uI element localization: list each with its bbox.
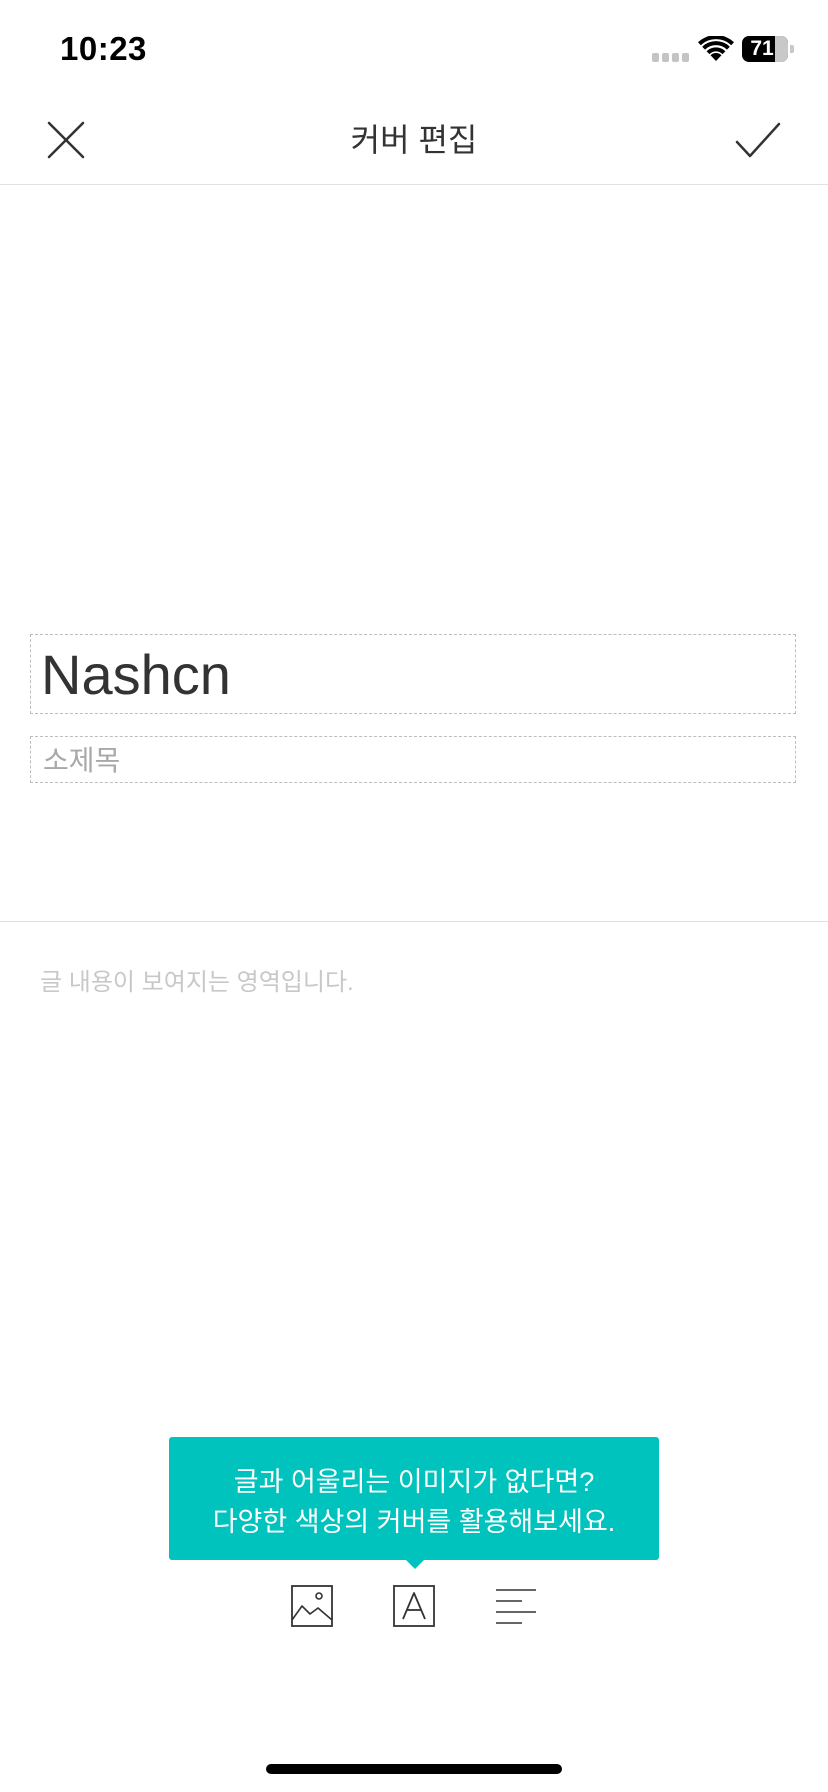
tooltip-line-1: 글과 어울리는 이미지가 없다면? (233, 1467, 595, 1497)
status-time: 10:23 (60, 30, 147, 67)
page-title: 커버 편집 (350, 122, 478, 158)
cover-color-tooltip[interactable]: 글과 어울리는 이미지가 없다면? 다양한 색상의 커버를 활용해보세요. (169, 1437, 659, 1560)
close-button[interactable] (40, 114, 92, 166)
image-icon (291, 1585, 333, 1627)
cover-divider (0, 921, 828, 922)
nav-bar: 커버 편집 (0, 96, 828, 185)
battery-percent: 71 (750, 37, 774, 60)
text-style-icon (393, 1585, 435, 1627)
cover-title-field[interactable]: Nashcn (30, 634, 796, 714)
checkmark-icon (735, 122, 781, 158)
battery-icon: 71 (742, 36, 794, 62)
wifi-icon (698, 36, 734, 61)
home-indicator[interactable] (266, 1764, 562, 1774)
text-style-button[interactable] (386, 1578, 442, 1634)
cellular-signal-icon (652, 53, 689, 62)
status-bar: 10:23 71 (0, 0, 828, 96)
cover-subtitle-field[interactable]: 소제목 (30, 736, 796, 783)
image-cover-button[interactable] (284, 1578, 340, 1634)
confirm-button[interactable] (730, 114, 786, 166)
tooltip-line-2: 다양한 색상의 커버를 활용해보세요. (212, 1507, 616, 1537)
text-align-button[interactable] (488, 1578, 544, 1634)
close-icon (47, 121, 85, 159)
align-left-icon (496, 1589, 536, 1624)
tooltip-arrow (405, 1559, 425, 1569)
cover-toolbar (0, 1578, 828, 1634)
body-placeholder[interactable]: 글 내용이 보여지는 영역입니다. (40, 962, 354, 997)
